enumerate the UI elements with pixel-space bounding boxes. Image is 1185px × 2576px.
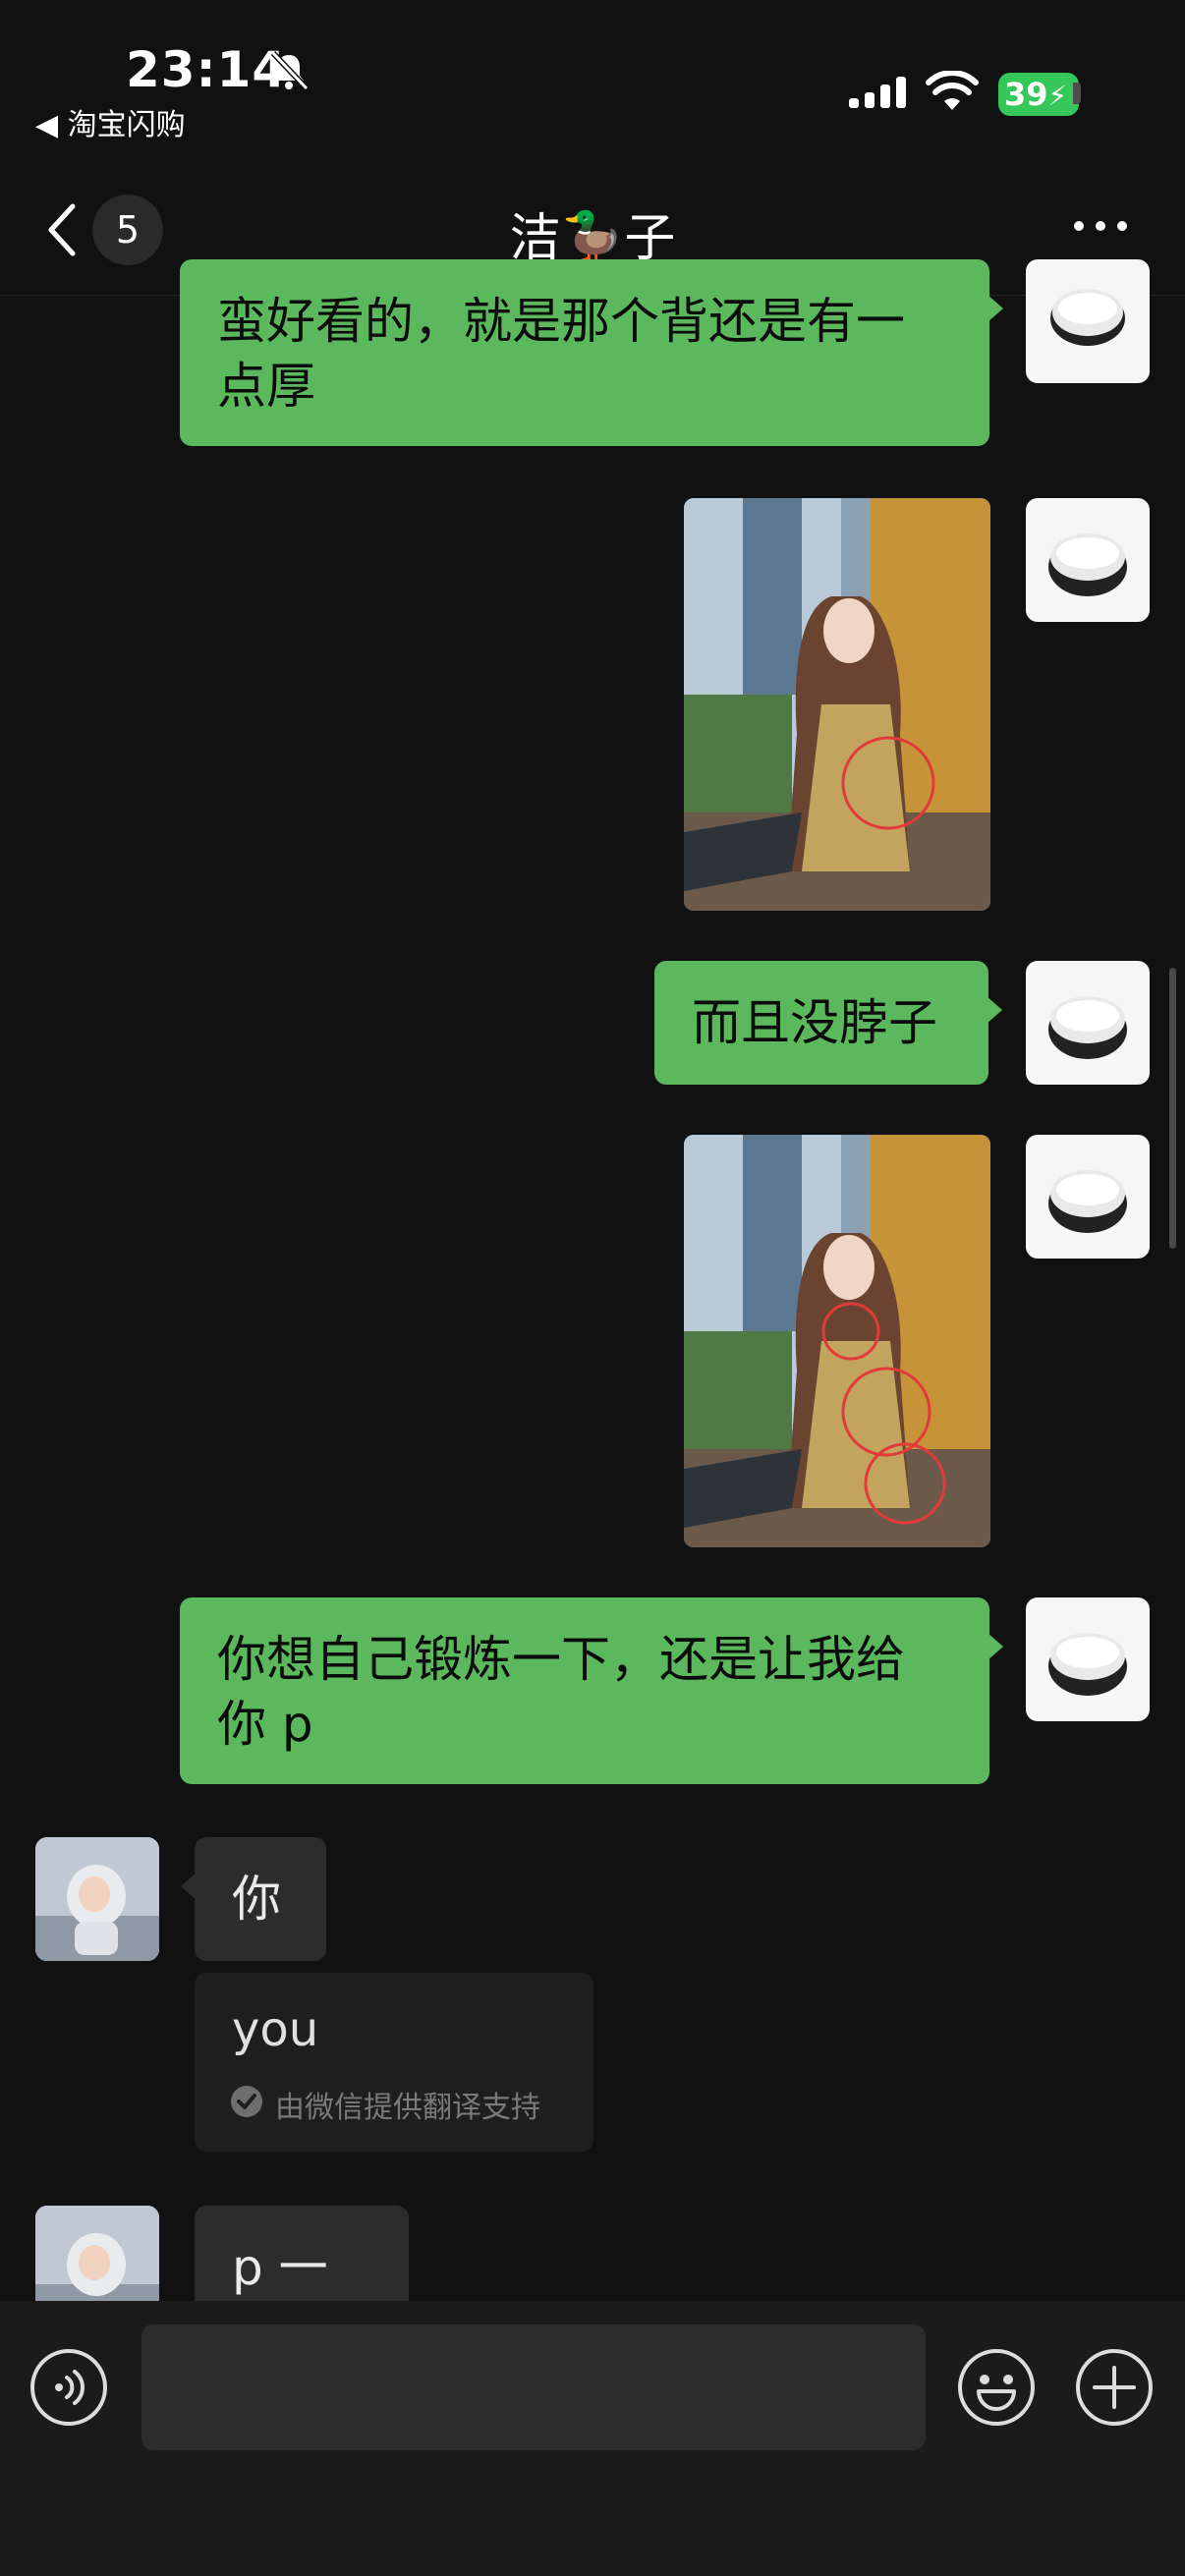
message-bubble-incoming[interactable]: 你 bbox=[181, 1837, 326, 1961]
baby-photo-image bbox=[35, 1837, 159, 1961]
voice-icon[interactable] bbox=[29, 2348, 108, 2427]
wifi-icon bbox=[926, 71, 979, 110]
rice-bowl-icon bbox=[1048, 1170, 1127, 1233]
more-icon[interactable] bbox=[1071, 206, 1130, 246]
rice-bowl-icon bbox=[1050, 289, 1125, 346]
signal-icon bbox=[849, 77, 906, 108]
battery-charging-icon: 39⚡ bbox=[998, 73, 1079, 116]
status-time: 23:14 bbox=[126, 41, 288, 98]
message-input[interactable] bbox=[141, 2324, 926, 2450]
my-avatar[interactable] bbox=[1026, 1597, 1150, 1721]
message-line: p 一下 bbox=[232, 2239, 328, 2296]
contact-avatar[interactable] bbox=[35, 1837, 159, 1961]
my-avatar[interactable] bbox=[1026, 498, 1150, 622]
message-bubble-incoming[interactable]: p 一下 bbox=[195, 2206, 409, 2302]
message-line: 你想自己锻炼一下，还是让我给 bbox=[217, 1631, 905, 1688]
rice-bowl-icon bbox=[1048, 533, 1127, 596]
translation-provider: 由微信提供翻译支持 bbox=[275, 2091, 540, 2125]
message-line: 蛮好看的，就是那个背还是有一 bbox=[217, 293, 905, 350]
message-bubble-outgoing[interactable]: 你想自己锻炼一下，还是让我给 你 p bbox=[180, 1597, 1003, 1784]
my-avatar[interactable] bbox=[1026, 1135, 1150, 1259]
emoji-icon[interactable] bbox=[957, 2348, 1036, 2427]
message-line: 你 bbox=[232, 1871, 281, 1928]
woman-photo-image bbox=[684, 498, 990, 911]
plus-icon[interactable] bbox=[1075, 2348, 1154, 2427]
bell-slash-icon bbox=[270, 50, 310, 91]
battery-level: 39 bbox=[1004, 76, 1048, 113]
baby-photo-image bbox=[35, 2206, 159, 2302]
message-image[interactable] bbox=[684, 498, 990, 911]
message-image[interactable] bbox=[684, 1135, 990, 1547]
message-bubble-outgoing[interactable]: 而且没脖子 bbox=[654, 961, 1002, 1085]
check-circle-icon bbox=[231, 2086, 262, 2117]
rice-bowl-icon bbox=[1048, 1633, 1127, 1696]
battery-tip bbox=[1073, 83, 1081, 104]
my-avatar[interactable] bbox=[1026, 961, 1150, 1085]
translation-card[interactable]: you 由微信提供翻译支持 bbox=[195, 1973, 593, 2152]
scrollbar[interactable] bbox=[1169, 968, 1176, 1249]
back-to-app-link[interactable]: ◀ 淘宝闪购 bbox=[35, 100, 186, 143]
translation-text: you bbox=[232, 2002, 319, 2057]
my-avatar[interactable] bbox=[1026, 259, 1150, 383]
message-line: 点厚 bbox=[217, 358, 315, 415]
message-line: 你 p bbox=[217, 1696, 313, 1753]
woman-photo-image bbox=[684, 1135, 990, 1547]
contact-avatar[interactable] bbox=[35, 2206, 159, 2302]
message-bubble-outgoing[interactable]: 蛮好看的，就是那个背还是有一 点厚 bbox=[180, 259, 1003, 446]
rice-bowl-icon bbox=[1048, 996, 1127, 1059]
message-line: 而且没脖子 bbox=[692, 994, 937, 1051]
